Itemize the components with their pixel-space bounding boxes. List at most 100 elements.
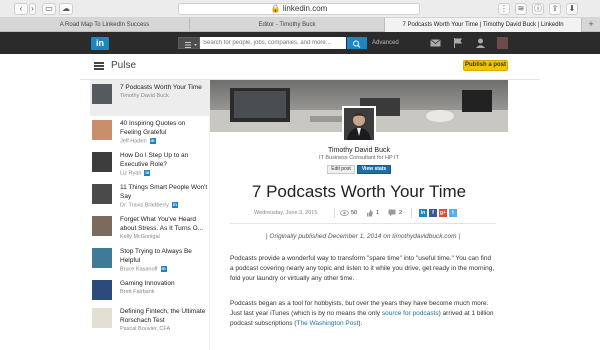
author-name-text: Timothy David Buck <box>120 93 169 99</box>
pulse-menu-icon[interactable] <box>94 62 104 70</box>
view-stats-button[interactable]: View stats <box>357 165 391 174</box>
comments-count: 2 <box>399 210 403 216</box>
sidebar-article-author: Brett Fairbank <box>120 289 155 296</box>
sidebar-article-author: Timothy David Buck <box>120 93 169 100</box>
article-title: 7 Podcasts Worth Your Time <box>251 182 467 201</box>
sidebar-article-author: Jeff Haden in <box>120 138 156 145</box>
author-title: IT Business Consultant for HP IT <box>319 155 399 161</box>
content-divider <box>230 223 496 224</box>
author-name-text: Bruce Kasanoff <box>120 266 158 273</box>
linkedin-influencer-icon: in <box>171 202 178 208</box>
article-thumbnail[interactable] <box>92 248 112 268</box>
sidebar-article-item[interactable]: Stop Trying to Always Be Helpful Bruce Ka… <box>90 244 210 276</box>
pulse-title[interactable]: Pulse <box>111 60 136 72</box>
author-name-text: Pascal Bouvier, CFA <box>120 326 171 332</box>
author-name-text: Jeff Haden <box>120 138 147 145</box>
info-icon[interactable]: ⓘ <box>532 3 544 15</box>
google-plus-share-icon[interactable]: g+ <box>439 209 447 217</box>
sidebar-article-item[interactable]: 40 Inspiring Quotes on Feeling Grateful J… <box>90 116 210 148</box>
tab-road-map[interactable]: A Road Map To LinkedIn Success <box>20 18 190 32</box>
article-thumbnail[interactable] <box>92 184 112 204</box>
advanced-search-link[interactable]: Advanced <box>372 38 399 48</box>
search-filter-menu[interactable] <box>178 37 200 49</box>
tab-article[interactable]: 7 Podcasts Worth Your Time | Timothy Dav… <box>385 18 582 32</box>
new-tab-button[interactable]: + <box>582 18 600 32</box>
author-name-text: Brett Fairbank <box>120 289 155 295</box>
sidebar-article-item[interactable]: 11 Things Smart People Won't Say Dr. Trav… <box>90 180 210 212</box>
article-thumbnail[interactable] <box>92 152 112 172</box>
sidebar-article-author: Pascal Bouvier, CFA <box>120 326 170 333</box>
sidebar-article-item[interactable]: How Do I Step Up to an Executive Role? Li… <box>90 148 210 180</box>
icloud-tabs-button[interactable]: ☁ <box>59 3 73 15</box>
article-thumbnail[interactable] <box>92 280 112 300</box>
article-thumbnail[interactable] <box>92 308 112 328</box>
author-photo[interactable] <box>342 106 376 142</box>
original-publication-note: | Originally published December 1, 2014 … <box>265 233 461 240</box>
publish-post-button[interactable]: Publish a post <box>463 60 508 71</box>
search-icon <box>353 40 361 48</box>
sidebar-article-title[interactable]: Forget What You've Heard about Stress. A… <box>120 215 208 233</box>
meta-divider <box>411 208 412 218</box>
author-name-text: Dr. Travis Bradberry <box>120 202 169 209</box>
mail-icon[interactable] <box>430 38 441 48</box>
views-count: 50 <box>351 210 358 216</box>
article-thumbnail[interactable] <box>92 216 112 236</box>
twitter-share-icon[interactable]: t <box>449 209 457 217</box>
sidebar-toggle-button[interactable]: ▭ <box>42 3 56 15</box>
tab-strip: A Road Map To LinkedIn Success Editor - … <box>0 18 600 32</box>
views-icon <box>340 210 349 216</box>
search-input[interactable] <box>200 37 346 49</box>
meta-divider <box>334 208 335 218</box>
facebook-share-icon[interactable]: f <box>429 209 437 217</box>
washington-post-link[interactable]: The Washington Post <box>296 320 358 327</box>
address-bar-url: linkedin.com <box>282 4 328 13</box>
download-icon[interactable]: ⬇ <box>566 3 578 15</box>
author-name[interactable]: Timothy David Buck <box>210 146 508 155</box>
layers-icon[interactable]: ≋ <box>515 3 527 15</box>
source-for-podcasts-link[interactable]: source for podcasts <box>382 310 439 317</box>
linkedin-logo[interactable]: in <box>91 37 109 50</box>
like-icon[interactable] <box>366 209 373 217</box>
sidebar-article-author: Dr. Travis Bradberry in <box>120 202 178 209</box>
sidebar-article-title[interactable]: Defining Fintech, the Ultimate Rorschach… <box>120 307 208 325</box>
sidebar-article-item[interactable]: 7 Podcasts Worth Your Time Timothy David … <box>90 80 210 116</box>
tab-editor[interactable]: Editor - Timothy Buck <box>190 18 385 32</box>
sidebar-article-title[interactable]: Stop Trying to Always Be Helpful <box>120 247 208 265</box>
comment-icon[interactable] <box>388 209 396 217</box>
search-button[interactable] <box>347 37 367 49</box>
likes-count: 1 <box>376 210 380 216</box>
back-button[interactable]: ‹ <box>14 3 28 15</box>
sidebar-article-author: Liz Ryan in <box>120 170 151 177</box>
article-thumbnail[interactable] <box>92 120 112 140</box>
sidebar-article-item[interactable]: Forget What You've Heard about Stress. A… <box>90 212 210 244</box>
edit-post-button[interactable]: Edit post <box>327 165 355 174</box>
linkedin-share-icon[interactable]: in <box>419 209 427 217</box>
flag-icon[interactable] <box>453 38 464 48</box>
sidebar-article-author: Bruce Kasanoff in <box>120 266 167 273</box>
sidebar-article-author: Kelly McGonigal <box>120 234 160 241</box>
address-bar[interactable]: 🔒 linkedin.com <box>178 3 420 15</box>
avatar[interactable] <box>497 37 508 49</box>
sidebar-article-title[interactable]: 11 Things Smart People Won't Say <box>120 183 208 201</box>
sidebar-article-title[interactable]: 7 Podcasts Worth Your Time <box>120 83 208 92</box>
author-name-text: Liz Ryan <box>120 170 142 177</box>
menu-icon <box>185 42 197 48</box>
article-paragraph-1: Podcasts provide a wonderful way to tran… <box>230 255 495 282</box>
lock-icon: 🔒 <box>270 4 281 13</box>
sidebar-article-title[interactable]: How Do I Step Up to an Executive Role? <box>120 151 208 169</box>
article-paragraph-2: Podcasts began as a tool for hobbyists, … <box>230 299 496 329</box>
sidebar-article-title[interactable]: 40 Inspiring Quotes on Feeling Grateful <box>120 119 208 137</box>
linkedin-influencer-icon: in <box>160 266 167 272</box>
share-button[interactable]: ⇪ <box>549 3 561 15</box>
sidebar-article-item[interactable]: Defining Fintech, the Ultimate Rorschach… <box>90 304 210 344</box>
sidebar-article-title[interactable]: Gaming Innovation <box>120 279 208 288</box>
article-thumbnail[interactable] <box>92 84 112 104</box>
linkedin-influencer-icon: in <box>144 170 151 176</box>
author-name-text: Kelly McGonigal <box>120 234 160 240</box>
forward-button[interactable]: › <box>29 3 36 15</box>
sidebar-article-item[interactable]: Gaming Innovation Brett Fairbank <box>90 276 210 304</box>
reader-button[interactable]: ⋮ <box>498 3 510 15</box>
article-date: Wednesday, June 3, 2015 <box>254 210 318 216</box>
linkedin-influencer-icon: in <box>149 138 156 144</box>
person-icon[interactable] <box>475 38 486 48</box>
